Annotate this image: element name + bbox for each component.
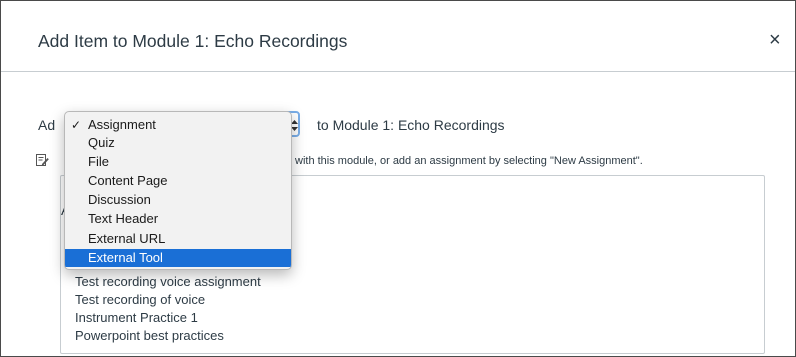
modal-title: Add Item to Module 1: Echo Recordings: [38, 31, 348, 51]
modal-header: Add Item to Module 1: Echo Recordings ×: [1, 1, 795, 72]
option-label: Assignment: [88, 117, 156, 132]
option-assignment[interactable]: ✓ Assignment: [65, 116, 291, 134]
edit-icon: [36, 154, 49, 166]
option-label: External Tool: [88, 250, 163, 265]
option-discussion[interactable]: Discussion: [65, 191, 291, 209]
option-quiz[interactable]: Quiz: [65, 134, 291, 152]
module-target-label: to Module 1: Echo Recordings: [317, 117, 505, 133]
option-content-page[interactable]: Content Page: [65, 172, 291, 190]
option-label: Discussion: [88, 192, 151, 207]
option-external-url[interactable]: External URL: [65, 230, 291, 248]
option-label: Content Page: [88, 173, 168, 188]
checkmark-icon: ✓: [71, 118, 82, 132]
item-type-dropdown: ✓ Assignment Quiz File Content Page Disc…: [64, 111, 292, 270]
option-label: File: [88, 154, 109, 169]
option-text-header[interactable]: Text Header: [65, 210, 291, 228]
list-item[interactable]: Test recording of voice: [75, 292, 205, 308]
close-button[interactable]: ×: [769, 30, 781, 50]
select-arrows-icon[interactable]: [291, 120, 298, 131]
list-item[interactable]: Powerpoint best practices: [75, 328, 224, 344]
add-prefix-label: Ad: [38, 117, 56, 133]
option-file[interactable]: File: [65, 153, 291, 171]
list-item[interactable]: Instrument Practice 1: [75, 310, 198, 326]
option-label: Quiz: [88, 135, 115, 150]
option-label: External URL: [88, 231, 166, 246]
list-item[interactable]: Test recording voice assignment: [75, 274, 261, 290]
help-text: with this module, or add an assignment b…: [295, 155, 643, 167]
option-external-tool[interactable]: External Tool: [65, 249, 291, 267]
option-label: Text Header: [88, 211, 159, 226]
